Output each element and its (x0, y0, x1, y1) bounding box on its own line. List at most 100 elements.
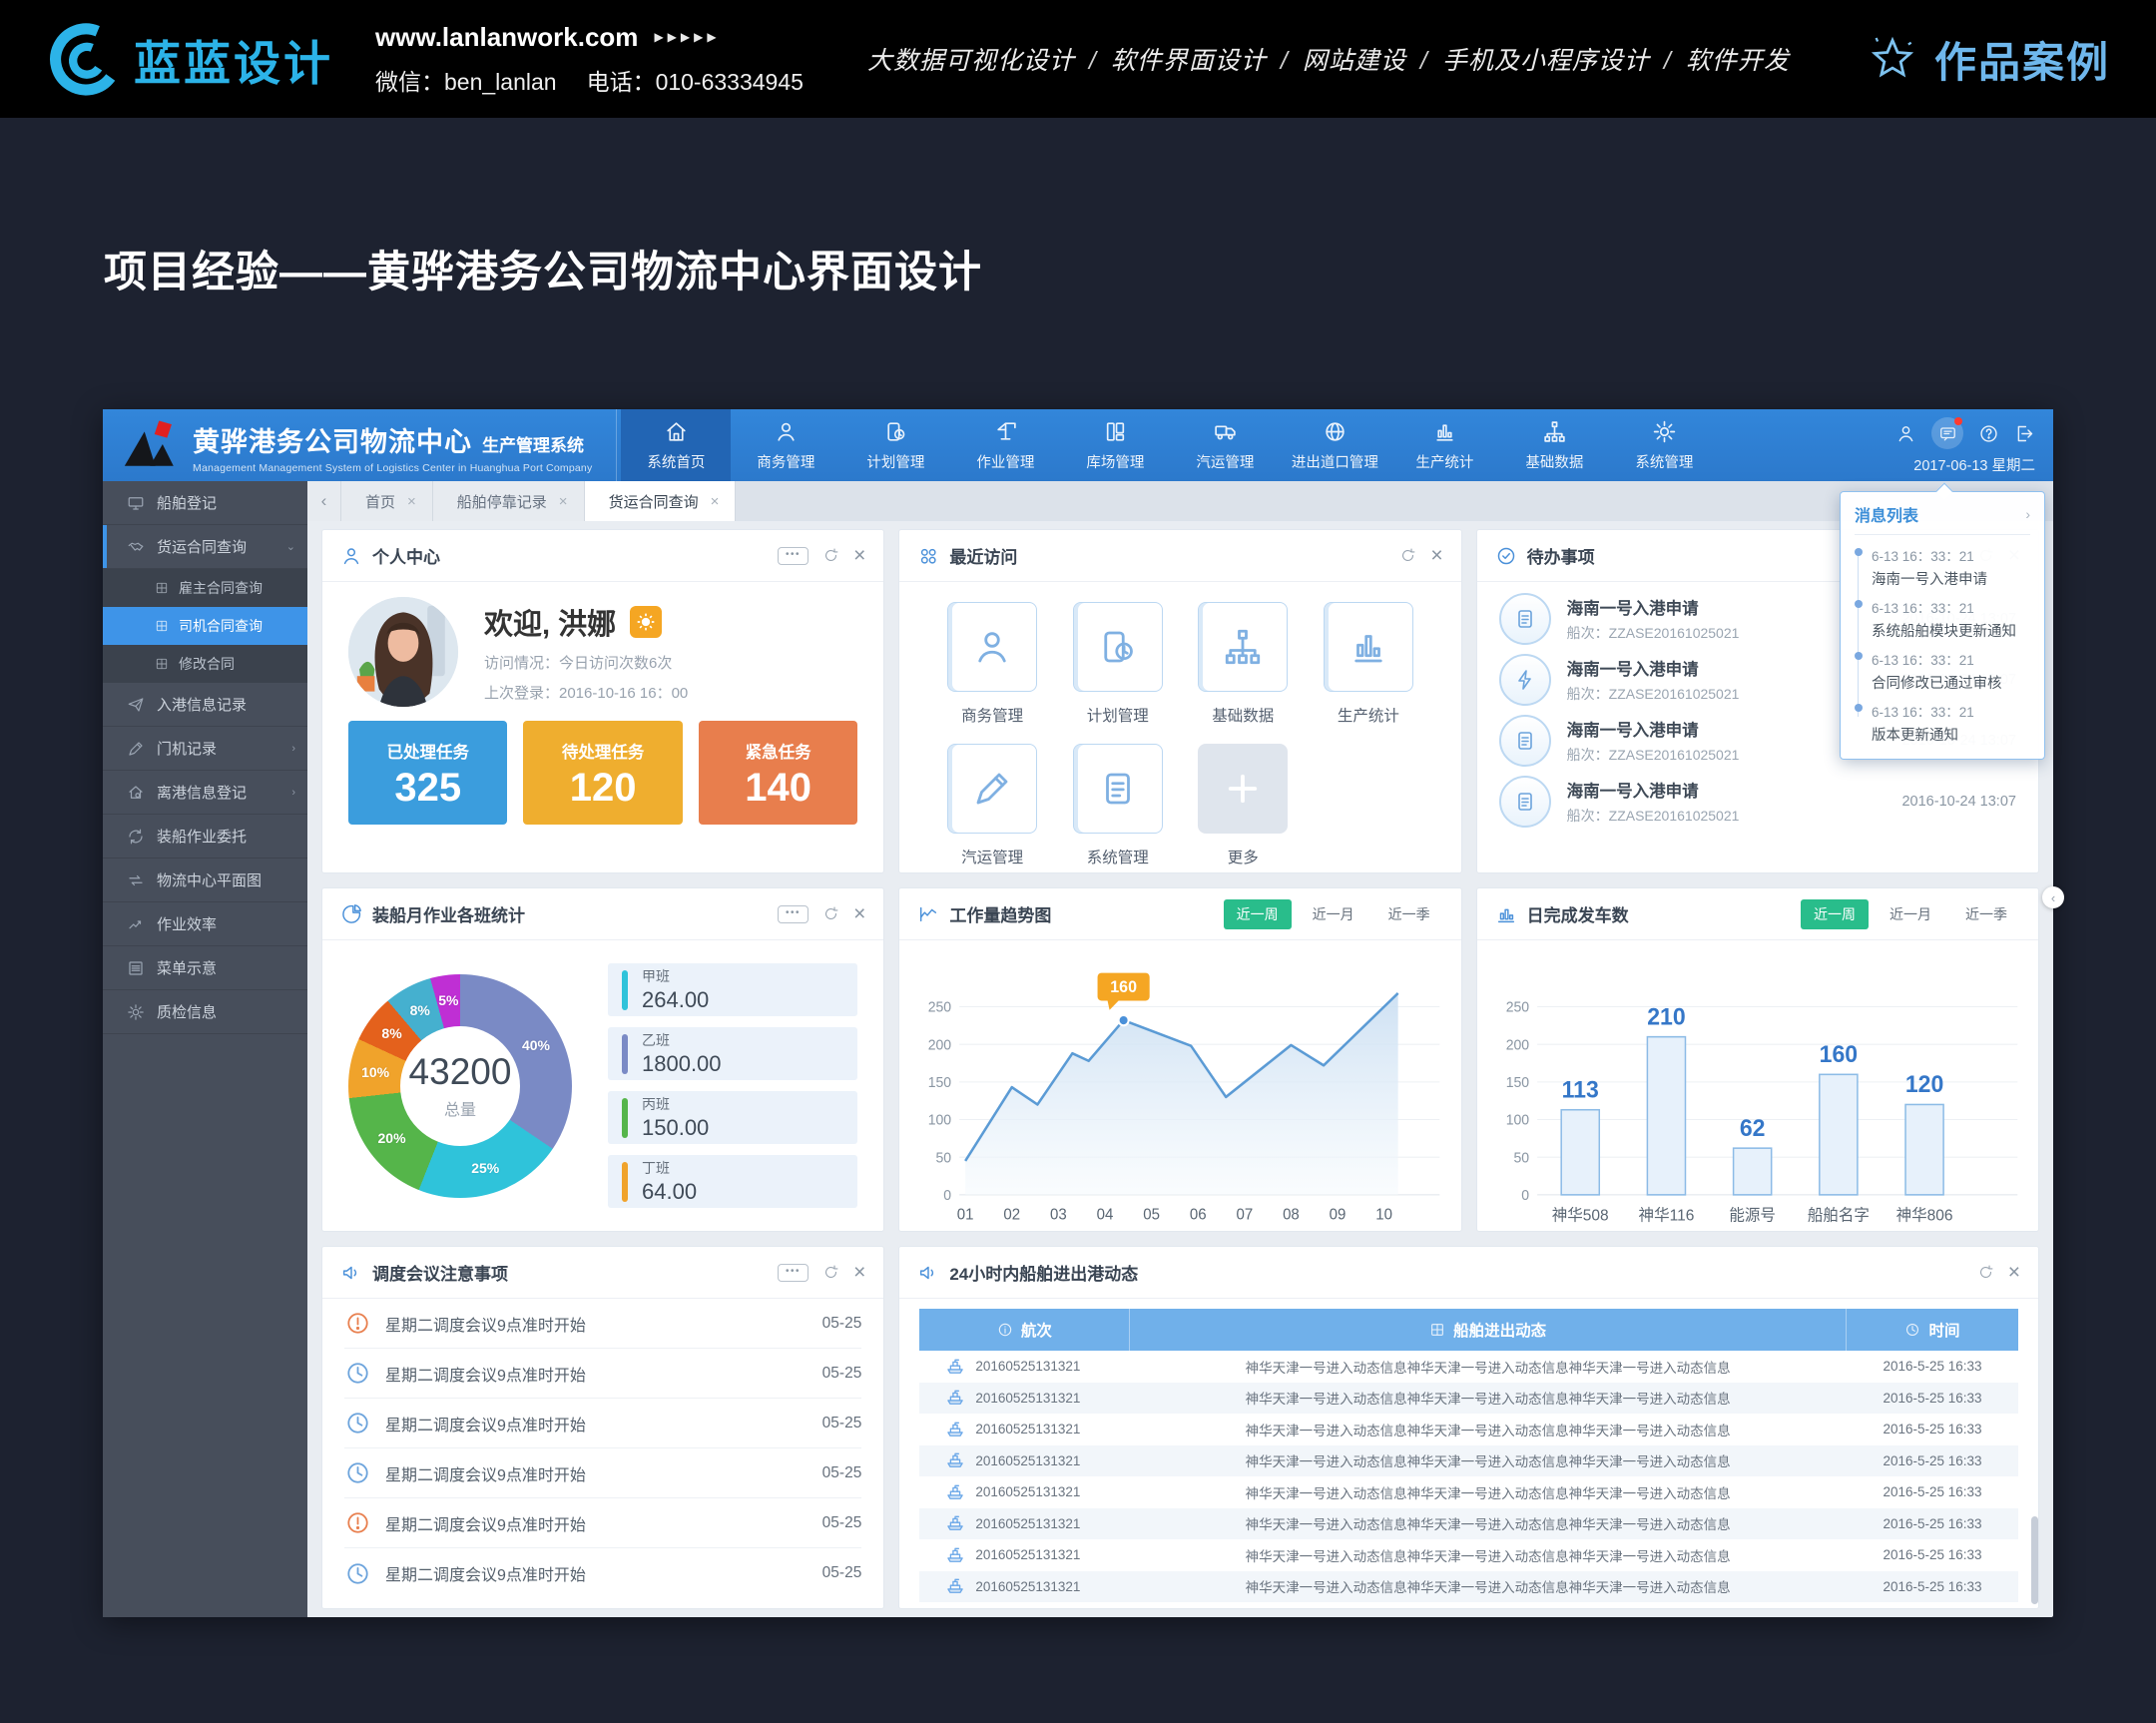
meeting-note-row[interactable]: 星期二调度会议9点准时开始 05-25 (344, 1349, 861, 1399)
table-row[interactable]: 20160525131321 神华天津一号进入动态信息神华天津一号进入动态信息神… (919, 1539, 2018, 1571)
stat-tile[interactable]: 待处理任务 120 (523, 721, 682, 825)
close-tab-icon[interactable]: × (711, 493, 720, 510)
speaker-icon (917, 1262, 939, 1284)
message-entry[interactable]: 6-13 16：33：21 合同修改已通过审核 (1872, 649, 2030, 693)
table-row[interactable]: 20160525131321 神华天津一号进入动态信息神华天津一号进入动态信息神… (919, 1351, 2018, 1383)
sidebar-item[interactable]: 作业效率 (103, 902, 307, 946)
portfolio-link[interactable]: 作品案例 (1865, 29, 2110, 90)
chevron-right-icon[interactable]: › (2025, 506, 2030, 522)
table-row[interactable]: 20160525131321 神华天津一号进入动态信息神华天津一号进入动态信息神… (919, 1508, 2018, 1540)
help-icon[interactable] (1978, 423, 1999, 444)
nav-item[interactable]: 进出道口管理 (1280, 409, 1389, 481)
more-options-button[interactable]: ••• (778, 547, 808, 565)
legend-row: 丙班 150.00 (608, 1091, 857, 1144)
refresh-icon[interactable] (1399, 547, 1416, 564)
tab[interactable]: 货运合同查询 × (585, 481, 737, 521)
sidebar-subitem[interactable]: 司机合同查询 (103, 607, 307, 645)
table-row[interactable]: 20160525131321 神华天津一号进入动态信息神华天津一号进入动态信息神… (919, 1383, 2018, 1415)
sidebar-item[interactable]: 装船作业委托 (103, 815, 307, 859)
user-icon[interactable] (1895, 423, 1916, 444)
sidebar-item[interactable]: 菜单示意 (103, 946, 307, 990)
stat-tile[interactable]: 紧急任务 140 (699, 721, 857, 825)
chart-range-tab[interactable]: 近一月 (1300, 899, 1367, 929)
close-tab-icon[interactable]: × (407, 493, 416, 510)
donut-segment-label: 5% (438, 992, 458, 1008)
tab[interactable]: 船舶停靠记录 × (433, 481, 585, 521)
clock-icon (344, 1410, 371, 1436)
meeting-note-row[interactable]: 星期二调度会议9点准时开始 05-25 (344, 1448, 861, 1498)
more-options-button[interactable]: ••• (778, 1264, 808, 1282)
refresh-icon[interactable] (822, 1264, 839, 1281)
message-entry[interactable]: 6-13 16：33：21 系统船舶模块更新通知 (1872, 597, 2030, 641)
port-logo-icon (123, 418, 181, 481)
nav-item[interactable]: 库场管理 (1060, 409, 1170, 481)
chart-range-tab[interactable]: 近一周 (1801, 899, 1869, 929)
sidebar-item[interactable]: 质检信息 (103, 990, 307, 1034)
voyage-icon (997, 1322, 1013, 1338)
nav-item[interactable]: 作业管理 (950, 409, 1060, 481)
close-icon[interactable]: × (2008, 1262, 2020, 1283)
table-row[interactable]: 20160525131321 神华天津一号进入动态信息神华天津一号进入动态信息神… (919, 1414, 2018, 1445)
recent-visit-tile[interactable]: 基础数据 (1180, 602, 1306, 726)
chart-range-tab[interactable]: 近一月 (1877, 899, 1944, 929)
tab-scroll-left-button[interactable]: ‹ (307, 481, 341, 521)
ship-icon (945, 1576, 965, 1596)
sidebar-subitem[interactable]: 修改合同 (103, 645, 307, 683)
more-options-button[interactable]: ••• (778, 905, 808, 923)
message-entry[interactable]: 6-13 16：33：21 版本更新通知 (1872, 701, 2030, 745)
popup-title: 消息列表 (1855, 502, 1918, 526)
table-row[interactable]: 20160525131321 神华天津一号进入动态信息神华天津一号进入动态信息神… (919, 1445, 2018, 1477)
meeting-note-row[interactable]: 星期二调度会议9点准时开始 05-25 (344, 1399, 861, 1448)
refresh-icon[interactable] (822, 547, 839, 564)
svg-text:04: 04 (1097, 1206, 1114, 1223)
refresh-icon[interactable] (1977, 1264, 1994, 1281)
recent-visit-tile[interactable]: 生产统计 (1306, 602, 1431, 726)
table-scrollbar[interactable] (2031, 1516, 2038, 1604)
sidebar-item[interactable]: 物流中心平面图 (103, 859, 307, 902)
nav-item[interactable]: 系统首页 (621, 409, 731, 481)
recent-visit-tile[interactable]: 更多 (1180, 744, 1306, 867)
sidebar-collapse-handle[interactable]: ‹ (2042, 886, 2064, 908)
nav-item[interactable]: 商务管理 (731, 409, 840, 481)
svg-text:200: 200 (928, 1037, 951, 1053)
meeting-note-row[interactable]: 星期二调度会议9点准时开始 05-25 (344, 1548, 861, 1598)
close-icon[interactable]: × (1430, 545, 1442, 566)
table-row[interactable]: 20160525131321 神华天津一号进入动态信息神华天津一号进入动态信息神… (919, 1571, 2018, 1603)
meeting-note-row[interactable]: 星期二调度会议9点准时开始 05-25 (344, 1299, 861, 1349)
close-icon[interactable]: × (853, 1262, 865, 1283)
sidebar-item[interactable]: 船舶登记 (103, 481, 307, 525)
nav-item[interactable]: 基础数据 (1499, 409, 1609, 481)
message-entry[interactable]: 6-13 16：33：21 海南一号入港申请 (1872, 545, 2030, 589)
sidebar-item[interactable]: 货运合同查询 ⌄ (103, 525, 307, 569)
recent-visit-tile[interactable]: 系统管理 (1055, 744, 1181, 867)
recent-visit-tile[interactable]: 汽运管理 (929, 744, 1055, 867)
nav-item[interactable]: 系统管理 (1609, 409, 1719, 481)
sidebar-subitem[interactable]: 雇主合同查询 (103, 569, 307, 607)
refresh-icon[interactable] (822, 905, 839, 922)
stat-tile[interactable]: 已处理任务 325 (348, 721, 507, 825)
nav-item[interactable]: 生产统计 (1389, 409, 1499, 481)
sidebar-item[interactable]: 入港信息记录 (103, 683, 307, 727)
separator: / (1281, 47, 1289, 75)
table-row[interactable]: 20160525131321 神华天津一号进入动态信息神华天津一号进入动态信息神… (919, 1476, 2018, 1508)
messages-button[interactable] (1931, 417, 1963, 449)
sidebar-item[interactable]: 离港信息登记 › (103, 771, 307, 815)
svg-text:0: 0 (1521, 1188, 1529, 1204)
recent-visit-tile[interactable]: 商务管理 (929, 602, 1055, 726)
chart-range-tab[interactable]: 近一季 (1375, 899, 1443, 929)
nav-item[interactable]: 计划管理 (840, 409, 950, 481)
todo-item[interactable]: 海南一号入港申请 船次：ZZASE20161025021 2016-10-24 … (1499, 771, 2016, 832)
close-tab-icon[interactable]: × (559, 493, 568, 510)
sidebar-item[interactable]: 门机记录 › (103, 727, 307, 771)
chart-range-tab[interactable]: 近一周 (1224, 899, 1292, 929)
card-title: 个人中心 (372, 543, 440, 568)
chart-range-tab[interactable]: 近一季 (1952, 899, 2020, 929)
meeting-note-row[interactable]: 星期二调度会议9点准时开始 05-25 (344, 1498, 861, 1548)
nav-item[interactable]: 汽运管理 (1170, 409, 1280, 481)
ship-icon (945, 1420, 965, 1439)
close-icon[interactable]: × (853, 545, 865, 566)
recent-visit-tile[interactable]: 计划管理 (1055, 602, 1181, 726)
logout-icon[interactable] (2014, 423, 2035, 444)
tab[interactable]: 首页 × (341, 481, 433, 521)
close-icon[interactable]: × (853, 903, 865, 924)
